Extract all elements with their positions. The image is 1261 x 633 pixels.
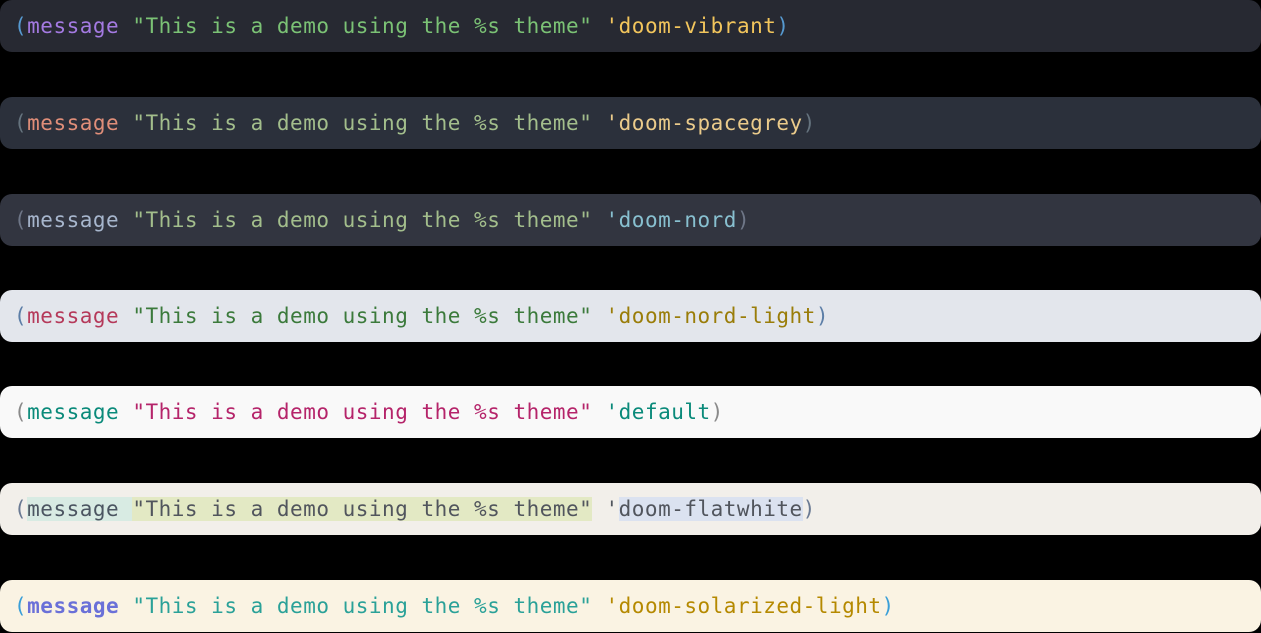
code-token-symbol: default <box>618 400 711 424</box>
code-token-quote: ' <box>605 594 619 618</box>
code-token-string: "This is a demo using the %s theme" <box>132 594 593 618</box>
code-token-close-paren: ) <box>881 594 895 618</box>
code-token-string: "This is a demo using the %s theme" <box>132 14 593 38</box>
code-token-string: "This is a demo using the %s theme" <box>132 304 593 328</box>
code-token-symbol: doom-spacegrey <box>618 111 803 135</box>
code-token-function-name: message <box>27 14 120 38</box>
code-token-close-paren: ) <box>736 208 751 232</box>
theme-demo-list: (message "This is a demo using the %s th… <box>0 0 1261 633</box>
code-token-close-paren: ) <box>802 497 816 521</box>
code-token-function-name: message <box>27 400 120 424</box>
code-token-open-paren: ( <box>14 304 28 328</box>
code-token-quote: ' <box>605 400 619 424</box>
code-token-open-paren: ( <box>14 594 28 618</box>
code-token-string: "This is a demo using the %s theme" <box>132 208 593 232</box>
theme-row-doom-nord-light: (message "This is a demo using the %s th… <box>0 290 1261 342</box>
code-token-symbol: doom-solarized-light <box>618 594 882 618</box>
code-token-open-paren: ( <box>14 111 28 135</box>
theme-row-doom-vibrant: (message "This is a demo using the %s th… <box>0 0 1261 52</box>
code-token-quote: ' <box>605 14 619 38</box>
code-token-function-name: message <box>27 594 120 618</box>
theme-row-doom-spacegrey: (message "This is a demo using the %s th… <box>0 97 1261 149</box>
theme-row-default: (message "This is a demo using the %s th… <box>0 386 1261 438</box>
theme-row-doom-nord: (message "This is a demo using the %s th… <box>0 194 1261 246</box>
code-token-string: "This is a demo using the %s theme" <box>132 111 593 135</box>
code-token-quote: ' <box>605 497 619 521</box>
code-token-function-name: message <box>27 208 120 232</box>
code-token-open-paren: ( <box>14 400 28 424</box>
code-token-quote: ' <box>605 208 619 232</box>
theme-row-doom-flatwhite: (message "This is a demo using the %s th… <box>0 483 1261 535</box>
code-token-function-name: message <box>27 304 120 328</box>
code-token-quote: ' <box>605 111 619 135</box>
code-token-function-name: message <box>27 497 133 521</box>
code-token-function-name: message <box>27 111 120 135</box>
code-token-close-paren: ) <box>815 304 829 328</box>
code-token-close-paren: ) <box>776 14 790 38</box>
code-token-open-paren: ( <box>14 14 28 38</box>
code-token-close-paren: ) <box>710 400 724 424</box>
code-token-open-paren: ( <box>14 208 28 232</box>
code-token-symbol: doom-nord <box>618 208 737 232</box>
code-token-string: "This is a demo using the %s theme" <box>132 497 593 521</box>
code-token-string: "This is a demo using the %s theme" <box>132 400 593 424</box>
code-token-symbol: doom-flatwhite <box>618 497 803 521</box>
code-token-open-paren: ( <box>14 497 28 521</box>
code-token-close-paren: ) <box>802 111 816 135</box>
theme-row-doom-solarized-light: (message "This is a demo using the %s th… <box>0 580 1261 632</box>
code-token-symbol: doom-vibrant <box>618 14 777 38</box>
code-token-symbol: doom-nord-light <box>618 304 816 328</box>
code-token-quote: ' <box>605 304 619 328</box>
